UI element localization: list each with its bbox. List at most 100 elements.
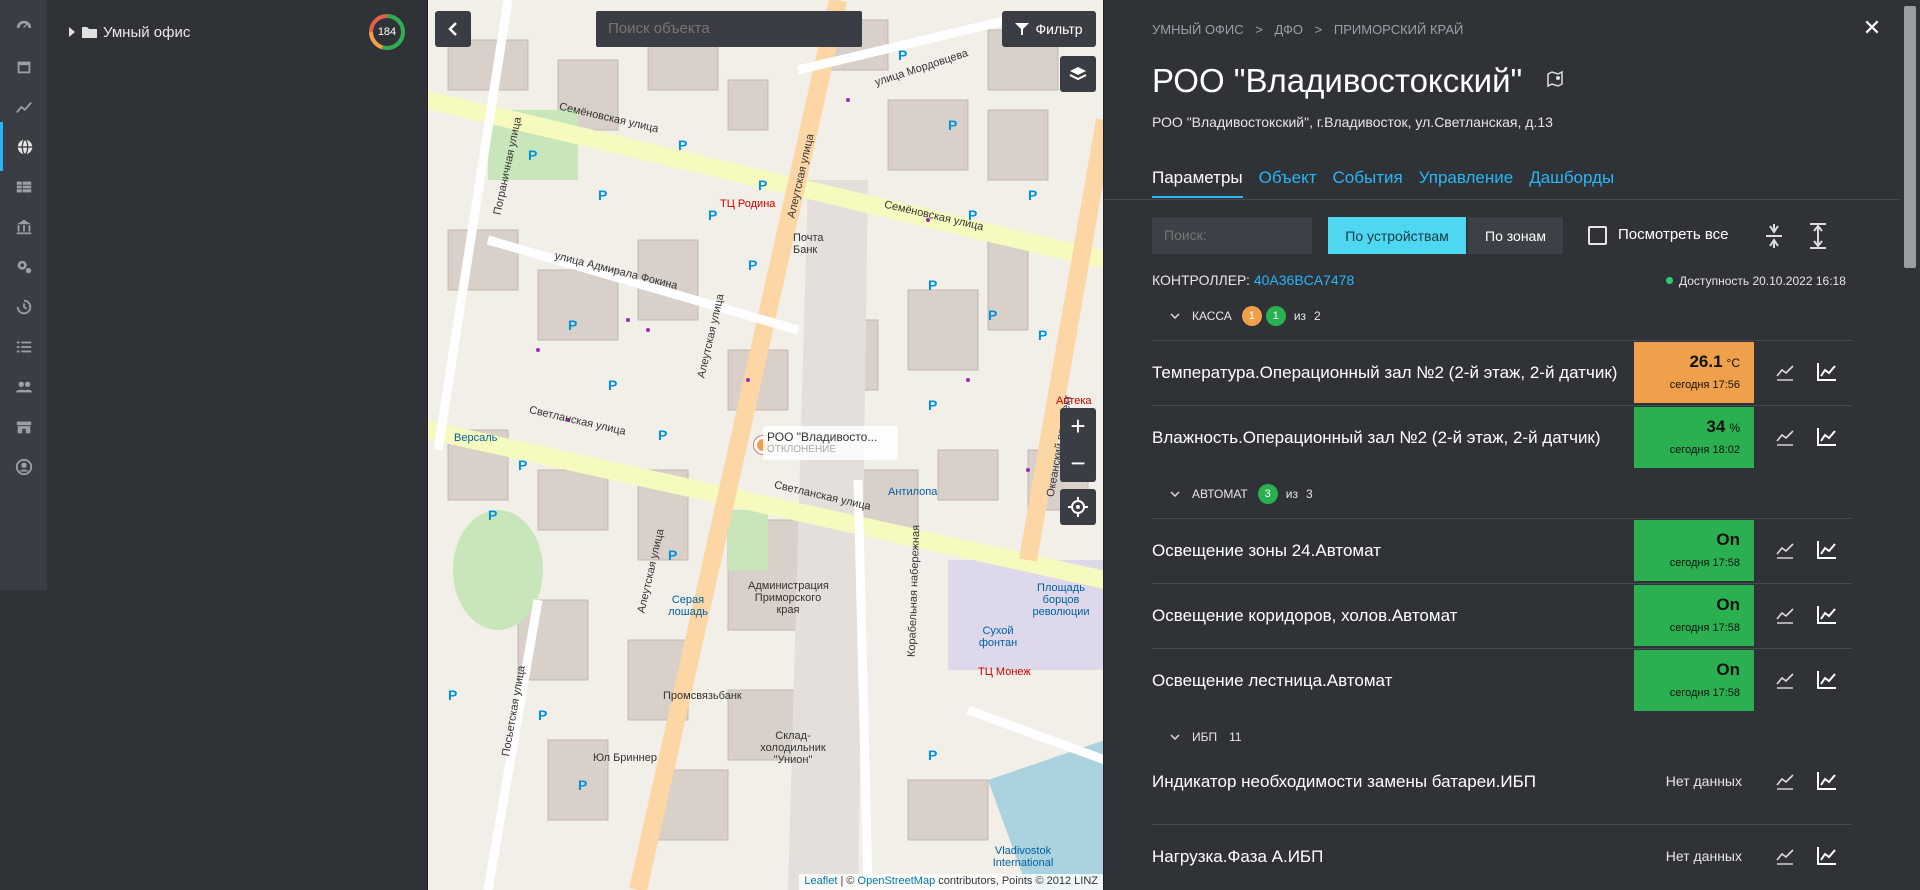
tab-dashboards[interactable]: Дашборды	[1529, 166, 1614, 198]
svg-text:P: P	[1038, 327, 1047, 343]
object-tree-panel: Умный офис 184	[47, 0, 427, 890]
map-pin-icon[interactable]	[1546, 70, 1564, 88]
line-chart-icon[interactable]	[1816, 845, 1838, 867]
parameter-row[interactable]: Освещение лестница.Автомат On сегодня 17…	[1152, 648, 1852, 712]
tab-events[interactable]: События	[1333, 166, 1403, 198]
parameter-value: 34	[1706, 417, 1726, 436]
parameter-timestamp: сегодня 17:56	[1669, 379, 1740, 391]
group-header-ups[interactable]: ИБП 11	[1170, 727, 1242, 747]
tab-divider	[1104, 199, 1900, 200]
chart-settings-icon[interactable]	[1774, 604, 1796, 626]
svg-text:P: P	[448, 687, 457, 703]
group-total: 11	[1229, 730, 1242, 744]
group-of-label: из	[1285, 487, 1298, 501]
map-view[interactable]: PPP PPP PPP PPP PPP PPP PPP PPP Семёновс…	[427, 0, 1104, 890]
caret-right-icon[interactable]	[69, 27, 75, 37]
breadcrumb: УМНЫЙ ОФИС > ДФО > ПРИМОРСКИЙ КРАЙ	[1152, 22, 1471, 37]
parameter-row[interactable]: Температура.Операционный зал №2 (2-й эта…	[1152, 340, 1852, 404]
marker-status: ОТКЛОНЕНИЕ	[767, 444, 837, 455]
locate-button[interactable]	[1060, 489, 1096, 525]
by-zones-toggle[interactable]: По зонам	[1468, 217, 1563, 254]
zoom-out-button[interactable]: −	[1060, 445, 1096, 482]
collapse-all-icon[interactable]	[1760, 222, 1788, 250]
object-address: РОО "Владивостокский", г.Владивосток, ул…	[1152, 114, 1553, 130]
line-chart-icon[interactable]	[1816, 604, 1838, 626]
chart-settings-icon[interactable]	[1774, 770, 1796, 792]
parameter-row[interactable]: Влажность.Операционный зал №2 (2-й этаж,…	[1152, 405, 1852, 469]
line-chart-icon[interactable]	[1816, 539, 1838, 561]
group-header-kassa[interactable]: КАССА 1 1 из 2	[1170, 306, 1321, 326]
breadcrumb-item[interactable]: ДФО	[1275, 22, 1304, 37]
parameter-value-tile: On сегодня 17:58	[1634, 650, 1754, 711]
online-status-dot	[1666, 277, 1673, 284]
map-search-input[interactable]	[596, 11, 862, 47]
controller-id-link[interactable]: 40A36BCA7478	[1254, 272, 1354, 288]
view-all-label[interactable]: Посмотреть все	[1618, 226, 1729, 243]
object-count: 184	[377, 26, 397, 38]
chevron-down-icon[interactable]	[1170, 311, 1180, 321]
zoom-control: + −	[1060, 408, 1096, 482]
no-data-label: Нет данных	[1665, 773, 1742, 789]
attribution-rest: contributors, Points © 2012 LINZ	[935, 875, 1098, 887]
leaflet-link[interactable]: Leaflet	[804, 875, 837, 887]
tab-parameters[interactable]: Параметры	[1152, 166, 1243, 198]
breadcrumb-item[interactable]: ПРИМОРСКИЙ КРАЙ	[1334, 22, 1463, 37]
parameter-unit: °C	[1726, 356, 1740, 370]
map-label-poi: Склад-холодильник "Унион"	[760, 730, 826, 766]
parameter-row[interactable]: Освещение коридоров, холов.Автомат On се…	[1152, 583, 1852, 647]
parameter-row[interactable]: Освещение зоны 24.Автомат On сегодня 17:…	[1152, 518, 1852, 582]
object-marker-label[interactable]: РОО "Владивосто... ОТКЛОНЕНИЕ	[763, 426, 898, 460]
tree-item-smart-office[interactable]: Умный офис	[69, 20, 190, 44]
tab-control[interactable]: Управление	[1419, 166, 1514, 198]
scrollbar-thumb[interactable]	[1904, 6, 1916, 268]
svg-text:P: P	[898, 47, 907, 63]
map-label-poi: Юл Бриннер	[593, 752, 657, 764]
line-chart-icon[interactable]	[1816, 770, 1838, 792]
line-chart-icon[interactable]	[1816, 426, 1838, 448]
layers-button[interactable]	[1060, 56, 1096, 92]
view-all-checkbox[interactable]	[1588, 226, 1607, 245]
map-label-poi: Сухой фонтан	[978, 625, 1018, 649]
breadcrumb-separator: >	[1314, 22, 1323, 37]
chart-settings-icon[interactable]	[1774, 539, 1796, 561]
parameter-value-tile: 26.1 °C сегодня 17:56	[1634, 342, 1754, 403]
filter-label: Фильтр	[1035, 21, 1083, 37]
chart-settings-icon[interactable]	[1774, 426, 1796, 448]
breadcrumb-item[interactable]: УМНЫЙ ОФИС	[1152, 22, 1244, 37]
tab-object[interactable]: Объект	[1259, 166, 1317, 198]
parameter-row[interactable]: Нагрузка.Фаза А.ИБП Нет данных	[1152, 824, 1852, 888]
tab-bar: Параметры Объект События Управление Дашб…	[1152, 166, 1630, 198]
line-chart-icon[interactable]	[1816, 361, 1838, 383]
left-nav-rail	[0, 0, 47, 590]
parameter-search-input[interactable]	[1152, 217, 1312, 254]
by-devices-toggle[interactable]: По устройствам	[1328, 217, 1466, 254]
parameter-value: On	[1716, 595, 1740, 614]
osm-link[interactable]: OpenStreetMap	[858, 875, 936, 887]
filter-icon	[1015, 23, 1030, 35]
parameter-row[interactable]: Индикатор необходимости замены батареи.И…	[1152, 750, 1852, 814]
ok-count-badge: 1	[1265, 306, 1286, 326]
chart-settings-icon[interactable]	[1774, 361, 1796, 383]
line-chart-icon[interactable]	[1816, 669, 1838, 691]
close-icon[interactable]: ✕	[1860, 16, 1884, 40]
svg-text:P: P	[758, 177, 767, 193]
parameter-timestamp: сегодня 18:02	[1669, 444, 1740, 456]
expand-all-icon[interactable]	[1804, 222, 1832, 250]
chart-settings-icon[interactable]	[1774, 669, 1796, 691]
chevron-down-icon[interactable]	[1170, 732, 1180, 742]
zoom-in-button[interactable]: +	[1060, 408, 1096, 445]
chevron-down-icon[interactable]	[1170, 489, 1180, 499]
map-label-poi: Площадь борцов революции	[1032, 582, 1090, 618]
filter-button[interactable]: Фильтр	[1002, 11, 1096, 47]
parameter-name: Температура.Операционный зал №2 (2-й эта…	[1152, 363, 1618, 382]
profile-icon[interactable]	[0, 442, 47, 491]
controller-label: КОНТРОЛЛЕР:	[1152, 272, 1250, 288]
map-label-poi: Администрация Приморского края	[748, 580, 829, 616]
svg-text:P: P	[748, 257, 757, 273]
group-header-automat[interactable]: АВТОМАТ 3 из 3	[1170, 484, 1313, 504]
back-button[interactable]	[435, 11, 471, 47]
chart-settings-icon[interactable]	[1774, 845, 1796, 867]
availability-text: Доступность 20.10.2022 16:18	[1679, 274, 1846, 288]
svg-text:P: P	[488, 507, 497, 523]
group-of-label: из	[1293, 309, 1307, 323]
